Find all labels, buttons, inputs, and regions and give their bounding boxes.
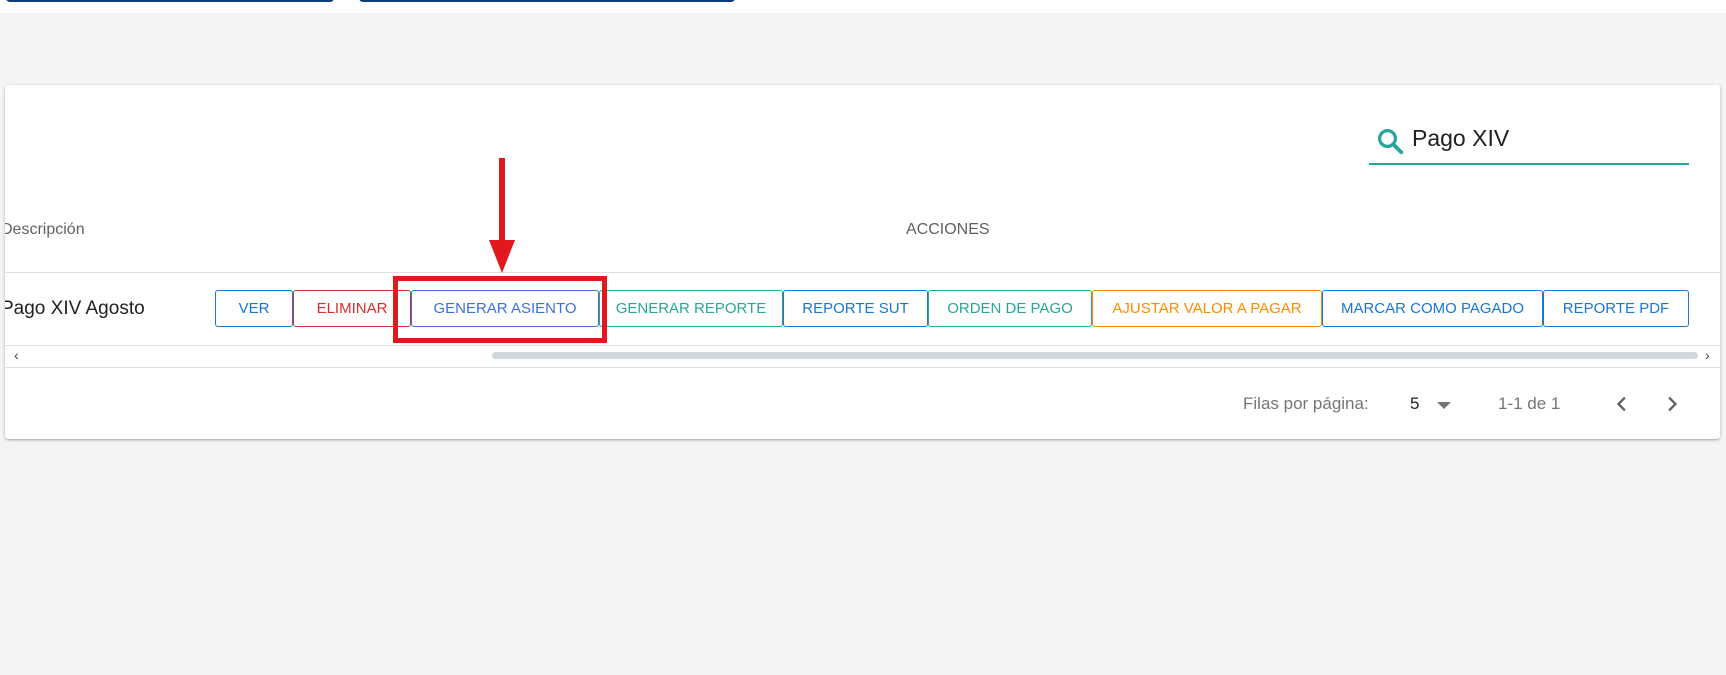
reporte-sut-button[interactable]: REPORTE SUT — [783, 290, 928, 327]
orden-de-pago-button[interactable]: ORDEN DE PAGO — [928, 290, 1092, 327]
data-table-card: Descripción ACCIONES Pago XIV Agosto VER… — [5, 85, 1720, 439]
column-header-description[interactable]: Descripción — [5, 221, 85, 239]
caret-down-icon[interactable] — [1437, 402, 1451, 409]
top-button-1[interactable] — [6, 0, 334, 2]
generar-reporte-button[interactable]: GENERAR REPORTE — [599, 290, 783, 327]
ver-button[interactable]: VER — [215, 290, 293, 327]
row-description: Pago XIV Agosto — [5, 298, 145, 319]
rows-per-page-value[interactable]: 5 — [1410, 394, 1419, 414]
chevron-left-icon — [1616, 396, 1626, 412]
top-bar — [0, 0, 1726, 13]
search-icon — [1377, 128, 1404, 155]
reporte-pdf-button[interactable]: REPORTE PDF — [1543, 290, 1689, 327]
pagination-range: 1-1 de 1 — [1498, 394, 1561, 413]
next-page-button[interactable] — [1658, 390, 1686, 418]
scroll-left-arrow[interactable]: ‹ — [14, 347, 19, 364]
scrollbar-thumb[interactable] — [492, 352, 1698, 359]
annotation-arrow-shaft — [499, 158, 505, 242]
chevron-right-icon — [1668, 396, 1678, 412]
top-button-2[interactable] — [359, 0, 735, 2]
ajustar-valor-a-pagar-button[interactable]: AJUSTAR VALOR A PAGAR — [1092, 290, 1322, 327]
header-divider — [5, 272, 1720, 273]
search-input[interactable] — [1412, 121, 1672, 155]
marcar-como-pagado-button[interactable]: MARCAR COMO PAGADO — [1322, 290, 1543, 327]
horizontal-scrollbar[interactable]: ‹ › — [5, 347, 1720, 364]
column-header-actions: ACCIONES — [906, 221, 990, 238]
footer-divider — [5, 367, 1720, 368]
rows-per-page-label: Filas por página: — [1243, 394, 1369, 413]
search-field[interactable] — [1369, 115, 1689, 165]
previous-page-button[interactable] — [1608, 390, 1636, 418]
scroll-right-arrow[interactable]: › — [1705, 347, 1710, 364]
eliminar-button[interactable]: ELIMINAR — [293, 290, 411, 327]
annotation-arrow-head — [489, 240, 515, 273]
generar-asiento-button[interactable]: GENERAR ASIENTO — [411, 290, 599, 327]
row-divider — [5, 345, 1720, 346]
